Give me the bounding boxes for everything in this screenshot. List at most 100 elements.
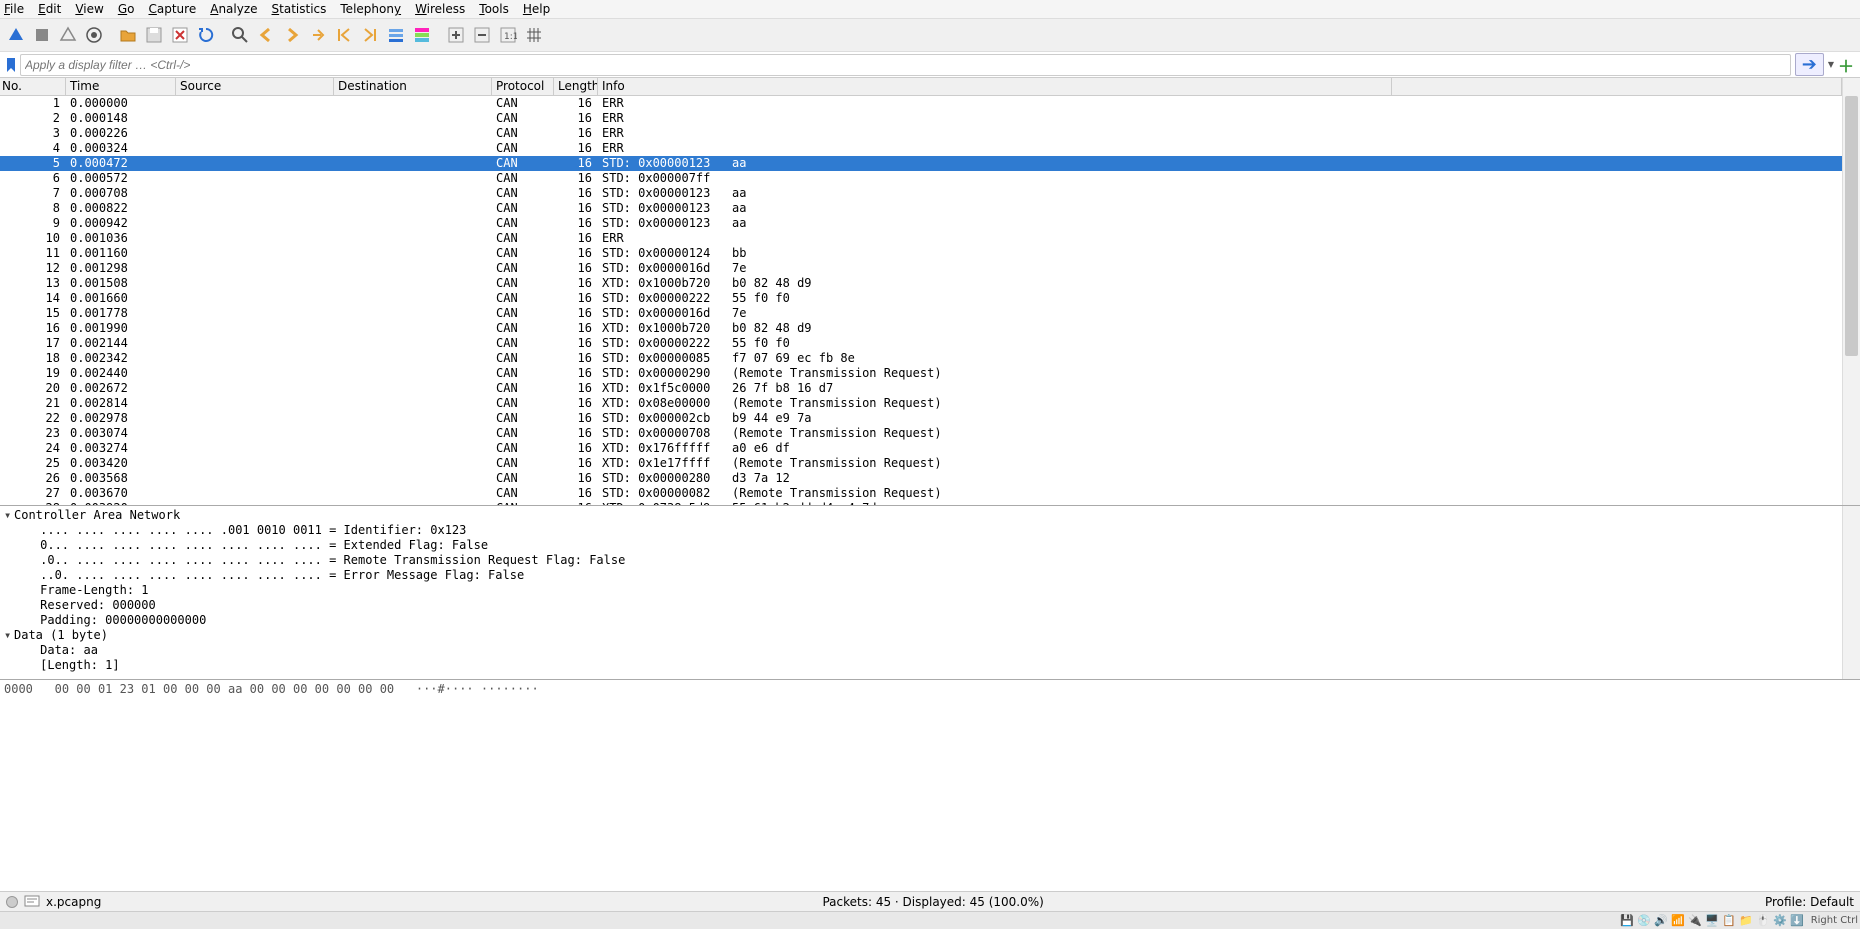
menu-wireless[interactable]: Wireless <box>415 2 465 16</box>
details-field[interactable]: Padding: 00000000000000 <box>4 613 1842 628</box>
packet-row[interactable]: 30.000226CAN16ERR <box>0 126 1842 141</box>
add-filter-expression-icon[interactable]: ＋ <box>1838 53 1854 77</box>
menu-file[interactable]: File <box>4 2 24 16</box>
packet-list-header[interactable]: No. Time Source Destination Protocol Len… <box>0 78 1842 96</box>
packet-row[interactable]: 90.000942CAN16STD: 0x00000123 aa <box>0 216 1842 231</box>
tray-icon[interactable]: 🔊 <box>1654 914 1669 928</box>
packet-row[interactable]: 170.002144CAN16STD: 0x00000222 55 f0 f0 <box>0 336 1842 351</box>
header-destination[interactable]: Destination <box>334 78 492 95</box>
zoom-reset-icon[interactable]: 1:1 <box>496 23 520 47</box>
details-vscroll[interactable] <box>1842 506 1860 679</box>
packet-row[interactable]: 120.001298CAN16STD: 0x0000016d 7e <box>0 261 1842 276</box>
header-no[interactable]: No. <box>0 78 66 95</box>
details-field[interactable]: .0.. .... .... .... .... .... .... .... … <box>4 553 1842 568</box>
menu-capture[interactable]: Capture <box>148 2 196 16</box>
tray-icon[interactable]: 🖱️ <box>1756 914 1771 928</box>
packet-row[interactable]: 190.002440CAN16STD: 0x00000290 (Remote T… <box>0 366 1842 381</box>
go-back-icon[interactable] <box>254 23 278 47</box>
tray-icon[interactable]: 🔌 <box>1688 914 1703 928</box>
packet-rows[interactable]: 10.000000CAN16ERR20.000148CAN16ERR30.000… <box>0 96 1842 505</box>
packet-row[interactable]: 50.000472CAN16STD: 0x00000123 aa <box>0 156 1842 171</box>
menu-analyze[interactable]: Analyze <box>210 2 257 16</box>
tree-collapse-icon[interactable]: ▾ <box>4 508 14 523</box>
tray-icon[interactable]: ⚙️ <box>1773 914 1788 928</box>
zoom-in-icon[interactable] <box>444 23 468 47</box>
header-protocol[interactable]: Protocol <box>492 78 554 95</box>
packet-row[interactable]: 40.000324CAN16ERR <box>0 141 1842 156</box>
zoom-out-icon[interactable] <box>470 23 494 47</box>
save-file-icon[interactable] <box>142 23 166 47</box>
tray-icon[interactable]: 📋 <box>1722 914 1737 928</box>
menu-statistics[interactable]: Statistics <box>272 2 327 16</box>
packet-row[interactable]: 240.003274CAN16XTD: 0x176fffff a0 e6 df <box>0 441 1842 456</box>
details-field[interactable]: ..0. .... .... .... .... .... .... .... … <box>4 568 1842 583</box>
packet-row[interactable]: 140.001660CAN16STD: 0x00000222 55 f0 f0 <box>0 291 1842 306</box>
packet-row[interactable]: 180.002342CAN16STD: 0x00000085 f7 07 69 … <box>0 351 1842 366</box>
details-group-can[interactable]: Controller Area Network <box>14 508 180 522</box>
find-packet-icon[interactable] <box>228 23 252 47</box>
header-info[interactable]: Info <box>598 78 1392 95</box>
details-field[interactable]: Data: aa <box>4 643 1842 658</box>
details-field[interactable]: .... .... .... .... .... .001 0010 0011 … <box>4 523 1842 538</box>
tray-icon[interactable]: 💾 <box>1620 914 1635 928</box>
details-field[interactable]: [Length: 1] <box>4 658 1842 673</box>
details-field[interactable]: 0... .... .... .... .... .... .... .... … <box>4 538 1842 553</box>
expert-info-icon[interactable] <box>6 896 18 908</box>
packet-row[interactable]: 150.001778CAN16STD: 0x0000016d 7e <box>0 306 1842 321</box>
packet-row[interactable]: 210.002814CAN16XTD: 0x08e00000 (Remote T… <box>0 396 1842 411</box>
tree-collapse-icon[interactable]: ▾ <box>4 628 14 643</box>
menu-view[interactable]: View <box>75 2 103 16</box>
packet-row[interactable]: 160.001990CAN16XTD: 0x1000b720 b0 82 48 … <box>0 321 1842 336</box>
status-profile[interactable]: Profile: Default <box>1765 895 1854 909</box>
menu-edit[interactable]: Edit <box>38 2 61 16</box>
packet-row[interactable]: 70.000708CAN16STD: 0x00000123 aa <box>0 186 1842 201</box>
packet-row[interactable]: 270.003670CAN16STD: 0x00000082 (Remote T… <box>0 486 1842 501</box>
display-filter-input[interactable] <box>20 54 1791 76</box>
packet-row[interactable]: 200.002672CAN16XTD: 0x1f5c0000 26 7f b8 … <box>0 381 1842 396</box>
tray-icon[interactable]: 📶 <box>1671 914 1686 928</box>
scroll-thumb[interactable] <box>1845 96 1858 356</box>
capture-options-icon[interactable] <box>82 23 106 47</box>
details-field[interactable]: Reserved: 000000 <box>4 598 1842 613</box>
details-field[interactable]: Frame-Length: 1 <box>4 583 1842 598</box>
packet-row[interactable]: 250.003420CAN16XTD: 0x1e17ffff (Remote T… <box>0 456 1842 471</box>
reload-icon[interactable] <box>194 23 218 47</box>
capture-comment-icon[interactable] <box>24 895 40 909</box>
go-forward-icon[interactable] <box>280 23 304 47</box>
start-capture-icon[interactable] <box>4 23 28 47</box>
packet-row[interactable]: 20.000148CAN16ERR <box>0 111 1842 126</box>
menu-help[interactable]: Help <box>523 2 550 16</box>
apply-filter-icon[interactable]: ➔ <box>1795 53 1824 76</box>
packet-list-vscroll[interactable] <box>1842 78 1860 505</box>
go-to-packet-icon[interactable] <box>306 23 330 47</box>
header-source[interactable]: Source <box>176 78 334 95</box>
close-file-icon[interactable] <box>168 23 192 47</box>
resize-columns-icon[interactable] <box>522 23 546 47</box>
menu-go[interactable]: Go <box>118 2 135 16</box>
open-file-icon[interactable] <box>116 23 140 47</box>
details-group-data[interactable]: Data (1 byte) <box>14 628 108 642</box>
menu-tools[interactable]: Tools <box>479 2 509 16</box>
go-first-icon[interactable] <box>332 23 356 47</box>
tray-icon[interactable]: 🖥️ <box>1705 914 1720 928</box>
restart-capture-icon[interactable] <box>56 23 80 47</box>
stop-capture-icon[interactable] <box>30 23 54 47</box>
packet-bytes-pane[interactable]: 0000 00 00 01 23 01 00 00 00 aa 00 00 00… <box>0 680 1860 891</box>
colorize-icon[interactable] <box>410 23 434 47</box>
tray-icon[interactable]: 📁 <box>1739 914 1754 928</box>
packet-row[interactable]: 130.001508CAN16XTD: 0x1000b720 b0 82 48 … <box>0 276 1842 291</box>
menu-telephony[interactable]: Telephony <box>340 2 401 16</box>
packet-row[interactable]: 220.002978CAN16STD: 0x000002cb b9 44 e9 … <box>0 411 1842 426</box>
tray-icon[interactable]: 💿 <box>1637 914 1652 928</box>
packet-row[interactable]: 10.000000CAN16ERR <box>0 96 1842 111</box>
packet-row[interactable]: 60.000572CAN16STD: 0x000007ff <box>0 171 1842 186</box>
header-time[interactable]: Time <box>66 78 176 95</box>
packet-row[interactable]: 100.001036CAN16ERR <box>0 231 1842 246</box>
packet-row[interactable]: 230.003074CAN16STD: 0x00000708 (Remote T… <box>0 426 1842 441</box>
tray-icon[interactable]: ⬇️ <box>1790 914 1805 928</box>
packet-row[interactable]: 80.000822CAN16STD: 0x00000123 aa <box>0 201 1842 216</box>
bookmark-filter-icon[interactable] <box>4 54 18 76</box>
header-length[interactable]: Length <box>554 78 598 95</box>
go-last-icon[interactable] <box>358 23 382 47</box>
filter-dropdown-icon[interactable]: ▼ <box>1828 60 1834 69</box>
